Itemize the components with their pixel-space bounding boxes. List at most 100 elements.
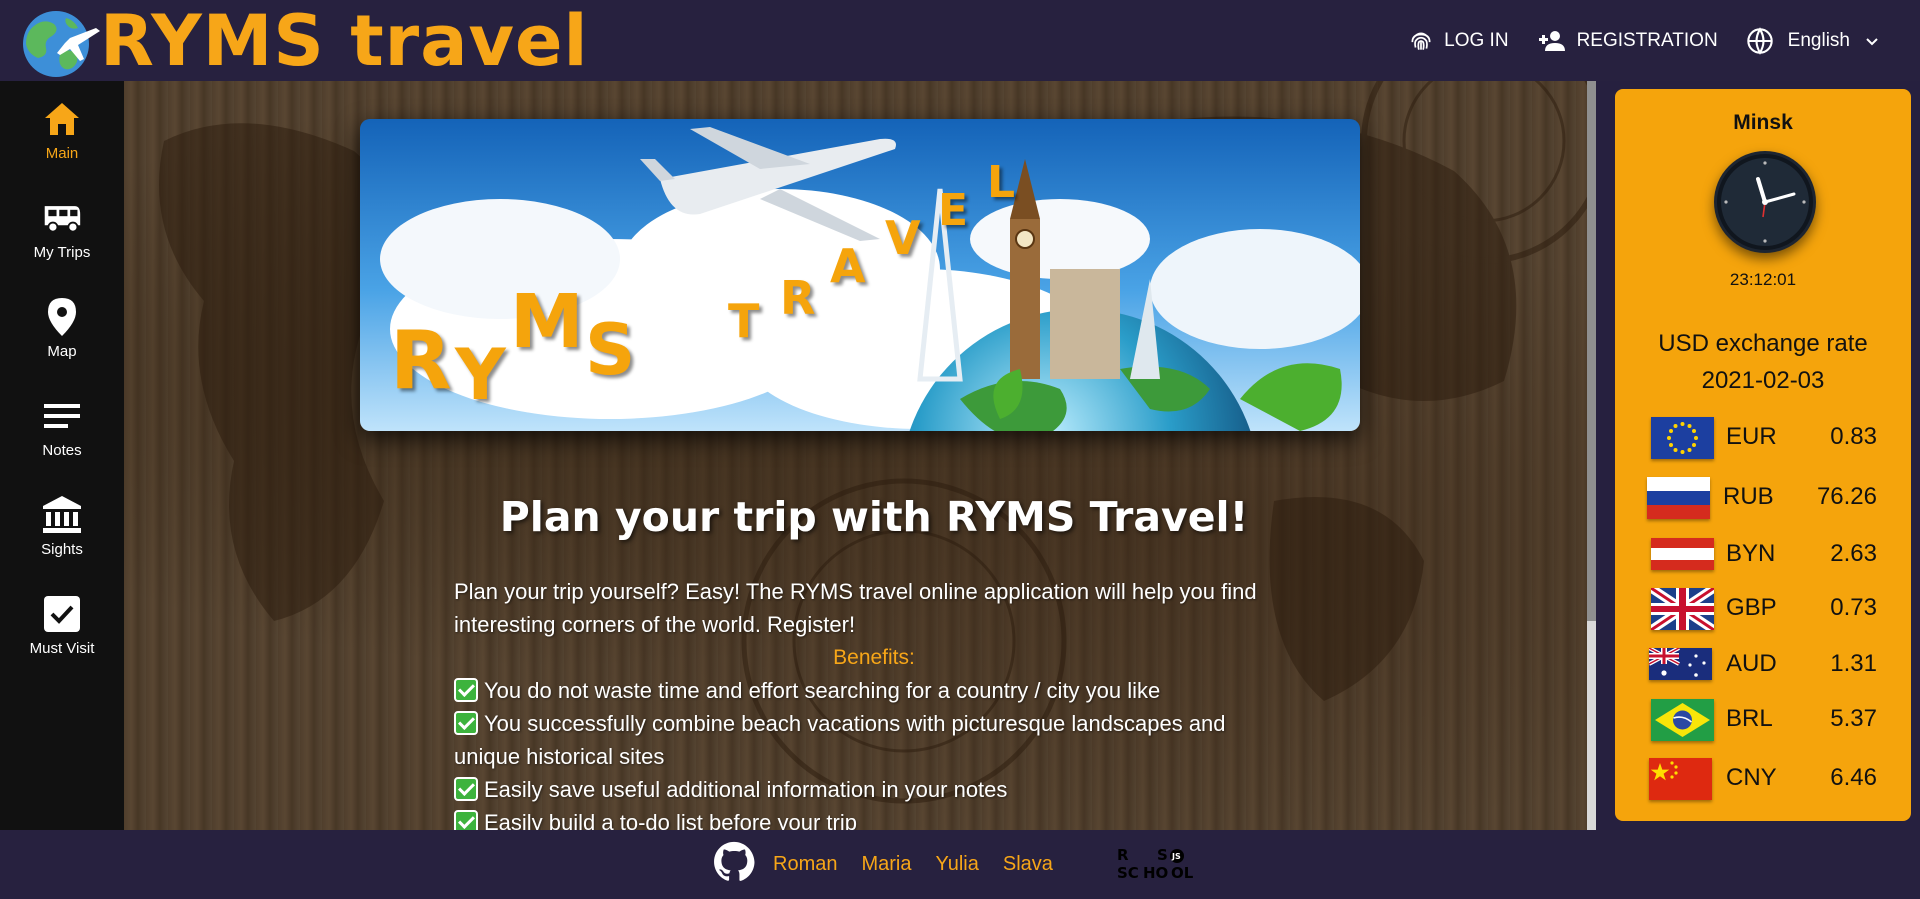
- clock-time: 23:12:01: [1729, 270, 1797, 289]
- add-user-icon: [1537, 29, 1567, 53]
- russia-flag-icon: [1647, 477, 1710, 519]
- sidebar-item-sights[interactable]: Sights: [0, 477, 124, 567]
- registration-label: REGISTRATION: [1576, 29, 1718, 51]
- checkbox-icon: [42, 594, 82, 634]
- banner-letter: R: [780, 271, 816, 325]
- currency-code: AUD: [1726, 650, 1777, 677]
- rate-row-rub: RUB 76.26: [1615, 477, 1911, 523]
- sidebar-item-notes[interactable]: Notes: [0, 378, 124, 468]
- museum-icon: [42, 495, 82, 535]
- banner-letter: R: [390, 314, 452, 407]
- uk-flag-icon: [1651, 588, 1714, 630]
- author-link-slava[interactable]: Slava: [1003, 853, 1053, 876]
- login-label: LOG IN: [1444, 29, 1509, 51]
- sidebar-nav: Main My Trips Map Notes Sights Must Visi: [0, 81, 124, 830]
- rates-title: USD exchange rate: [1658, 330, 1868, 357]
- sidebar-item-map[interactable]: Map: [0, 279, 124, 369]
- rate-row-gbp: GBP 0.73: [1615, 588, 1911, 634]
- globe-airplane-icon: [12, 4, 102, 78]
- globe-icon: [1746, 26, 1774, 55]
- svg-text:S: S: [1157, 846, 1168, 864]
- benefit-item: Easily build a to-do list before your tr…: [454, 806, 1294, 830]
- rates-heading: USD exchange rate 2021-02-03: [1615, 325, 1911, 399]
- language-select[interactable]: English: [1746, 26, 1880, 55]
- app-header: RYMS travel LOG IN REGISTRATION English: [0, 0, 1920, 81]
- currency-code: GBP: [1726, 594, 1777, 621]
- sidebar-item-label: Sights: [41, 541, 83, 558]
- australia-flag-icon: [1649, 648, 1712, 680]
- main-scrollbar[interactable]: [1587, 81, 1596, 830]
- logo-text: RYMS travel: [100, 0, 589, 82]
- banner-letter: L: [987, 157, 1016, 208]
- benefit-item: Easily save useful additional informatio…: [454, 773, 1294, 806]
- banner-letter: Y: [455, 334, 506, 416]
- github-icon[interactable]: [713, 841, 755, 888]
- banner-letter: A: [830, 239, 866, 293]
- currency-value: 0.73: [1830, 594, 1877, 621]
- site-logo[interactable]: RYMS travel: [12, 4, 589, 78]
- banner-letters: R Y M S T R A V E L: [360, 119, 1360, 431]
- brazil-flag-icon: [1651, 699, 1714, 741]
- banner-letter: E: [938, 185, 969, 236]
- rate-row-brl: BRL 5.37: [1615, 699, 1911, 745]
- notes-icon: [42, 396, 82, 436]
- sidebar-item-my-trips[interactable]: My Trips: [0, 180, 124, 270]
- sidebar-item-main[interactable]: Main: [0, 81, 124, 171]
- banner-letter: T: [728, 294, 760, 348]
- currency-value: 2.63: [1830, 540, 1877, 567]
- svg-text:SC: SC: [1117, 864, 1139, 882]
- benefit-item: You do not waste time and effort searchi…: [454, 674, 1294, 707]
- currency-code: EUR: [1726, 423, 1777, 450]
- currency-code: CNY: [1726, 764, 1777, 791]
- belarus-flag-icon: [1651, 538, 1714, 570]
- sidebar-item-label: Main: [45, 145, 79, 162]
- intro-section: Plan your trip with RYMS Travel! Plan yo…: [454, 493, 1294, 830]
- scrollbar-thumb[interactable]: [1587, 81, 1596, 621]
- rates-date: 2021-02-03: [1701, 367, 1825, 394]
- info-widget: Minsk 23:12:01 USD exchange rate 2021-02…: [1615, 89, 1911, 821]
- banner-letter: M: [510, 279, 584, 365]
- svg-text:R: R: [1117, 846, 1129, 864]
- sidebar-item-label: My Trips: [33, 244, 91, 261]
- bus-icon: [42, 198, 82, 238]
- author-link-yulia[interactable]: Yulia: [936, 853, 979, 876]
- rate-row-aud: AUD 1.31: [1615, 644, 1911, 690]
- hero-banner: R Y M S T R A V E L: [360, 119, 1360, 431]
- currency-value: 6.46: [1830, 764, 1877, 791]
- banner-letter: V: [885, 211, 921, 265]
- currency-code: BRL: [1726, 705, 1773, 732]
- currency-value: 5.37: [1830, 705, 1877, 732]
- author-link-maria[interactable]: Maria: [861, 853, 911, 876]
- currency-value: 0.83: [1830, 423, 1877, 450]
- analog-clock: [1714, 151, 1816, 253]
- svg-text:HO: HO: [1143, 864, 1168, 882]
- author-link-roman[interactable]: Roman: [773, 853, 837, 876]
- city-name: Minsk: [1733, 111, 1793, 134]
- svg-text:OL: OL: [1171, 864, 1194, 882]
- currency-value: 76.26: [1816, 483, 1877, 510]
- rate-row-byn: BYN 2.63: [1615, 534, 1911, 580]
- check-icon: [454, 711, 478, 735]
- main-content: R Y M S T R A V E L Plan your trip with …: [124, 81, 1596, 830]
- check-icon: [454, 678, 478, 702]
- svg-text:JS: JS: [1171, 852, 1181, 861]
- eu-flag-icon: [1651, 417, 1714, 459]
- login-button[interactable]: LOG IN: [1408, 28, 1509, 54]
- sidebar-item-label: Must Visit: [29, 640, 95, 657]
- language-value: English: [1787, 29, 1850, 51]
- page-title: Plan your trip with RYMS Travel!: [499, 493, 1249, 541]
- sidebar-item-must-visit[interactable]: Must Visit: [0, 576, 124, 666]
- benefits-heading: Benefits:: [833, 646, 915, 669]
- benefit-item: You successfully combine beach vacations…: [454, 711, 1226, 769]
- rate-row-cny: CNY 6.46: [1615, 758, 1911, 804]
- map-pin-icon: [42, 297, 82, 337]
- chevron-down-icon: [1864, 33, 1880, 49]
- currency-code: BYN: [1726, 540, 1776, 567]
- currency-code: RUB: [1723, 483, 1774, 510]
- rs-school-logo[interactable]: R S SC HO OL JS: [1115, 844, 1201, 886]
- check-icon: [454, 777, 478, 801]
- sidebar-item-label: Map: [47, 343, 77, 360]
- china-flag-icon: [1649, 758, 1712, 800]
- registration-button[interactable]: REGISTRATION: [1537, 29, 1718, 53]
- check-icon: [454, 810, 478, 830]
